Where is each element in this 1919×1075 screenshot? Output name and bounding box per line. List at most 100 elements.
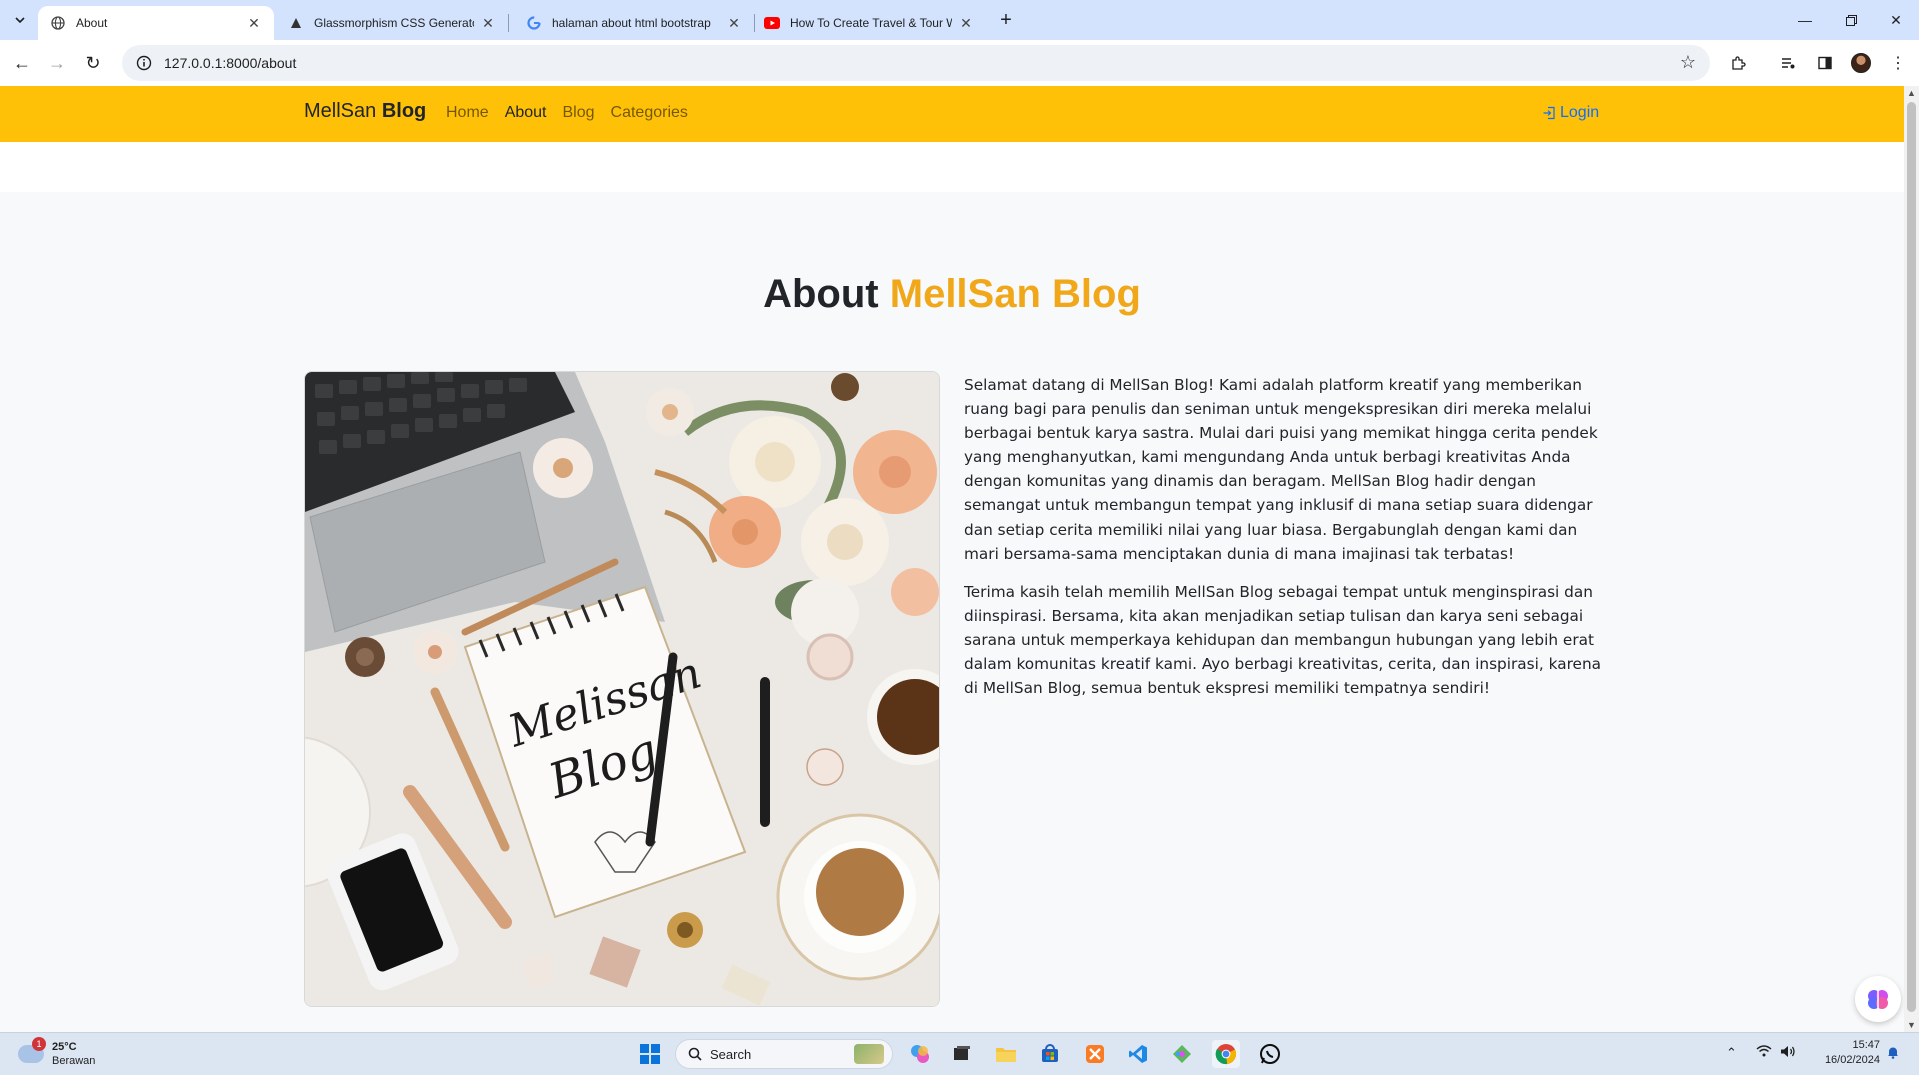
windows-logo-icon [640,1044,660,1064]
tab-title: Glassmorphism CSS Generator [314,16,474,30]
file-explorer-app[interactable] [992,1040,1020,1068]
tab-google-search[interactable]: halaman about html bootstrap ✕ [514,6,754,40]
side-panel-icon[interactable] [1811,49,1839,77]
profile-avatar[interactable] [1847,49,1875,77]
close-icon[interactable]: ✕ [958,15,974,31]
close-icon: ✕ [1890,11,1902,28]
globe-icon [50,15,66,31]
task-view-icon [954,1046,970,1060]
nav-link-categories[interactable]: Categories [611,104,688,122]
nav-link-home[interactable]: Home [446,104,489,122]
header-spacer [0,142,1904,192]
weather-widget[interactable]: 1 25°C Berawan [18,1037,96,1068]
scroll-up-icon[interactable]: ▲ [1907,88,1916,98]
system-clock[interactable]: 15:47 16/02/2024 [1808,1038,1880,1068]
about-description: Selamat datang di MellSan Blog! Kami ada… [964,373,1604,714]
scrollbar-thumb[interactable] [1907,102,1916,1012]
tab-about[interactable]: About ✕ [38,6,274,40]
vscode-app[interactable] [1124,1040,1152,1068]
tab-divider [508,14,509,32]
weather-description: Berawan [52,1055,96,1067]
folder-icon [996,1048,1016,1062]
forward-button[interactable]: → [43,49,71,77]
cloud-icon: 1 [18,1037,46,1063]
tab-glassmorphism[interactable]: Glassmorphism CSS Generator ✕ [276,6,508,40]
brain-icon [1868,990,1888,1009]
site-brand[interactable]: MellSan Blog [304,100,426,123]
start-button[interactable] [636,1040,664,1068]
close-window-button[interactable]: ✕ [1873,0,1919,40]
tab-youtube[interactable]: How To Create Travel & Tour W ✕ [752,6,986,40]
glassmorphism-icon [288,15,304,31]
browser-tab-strip: About ✕ Glassmorphism CSS Generator ✕ ha… [0,0,1919,40]
store-icon [1042,1044,1058,1062]
arrow-right-icon: → [48,52,66,73]
about-hero-image: Melissan Blog [304,371,940,1007]
chrome-app[interactable] [1212,1040,1240,1068]
wifi-icon[interactable] [1756,1045,1772,1060]
reload-button[interactable]: ↻ [79,49,107,77]
floating-assistant-button[interactable] [1855,976,1901,1022]
back-button[interactable]: ← [8,49,36,77]
page-scrollbar[interactable]: ▲ ▼ [1904,86,1919,1032]
scroll-down-icon[interactable]: ▼ [1907,1020,1916,1030]
restore-button[interactable] [1828,0,1874,40]
plus-icon: + [1000,8,1012,31]
tab-title: How To Create Travel & Tour W [790,16,952,30]
about-paragraph-2: Terima kasih telah memilih MellSan Blog … [964,582,1602,698]
close-icon[interactable]: ✕ [726,15,742,31]
taskbar-search[interactable]: Search [675,1039,893,1069]
menu-button[interactable]: ⋮ [1884,49,1912,77]
login-label: Login [1560,104,1600,121]
git-tool-icon [1173,1045,1191,1063]
clock-date: 16/02/2024 [1824,1054,1880,1066]
xampp-app[interactable] [1081,1040,1109,1068]
tab-search-button[interactable] [8,8,32,32]
chrome-icon [1215,1044,1237,1065]
site-navbar: MellSan Blog Home About Blog Categories … [0,86,1904,142]
arrow-left-icon: ← [13,52,31,73]
task-view-app[interactable] [948,1040,976,1068]
reload-icon: ↻ [85,52,101,73]
close-icon[interactable]: ✕ [246,15,262,31]
show-hidden-icons-button[interactable]: ⌃ [1726,1045,1737,1061]
search-placeholder: Search [710,1046,752,1062]
nav-link-blog[interactable]: Blog [563,104,595,122]
copilot-app[interactable] [906,1040,934,1068]
xampp-icon [1086,1045,1104,1063]
google-icon [526,15,542,31]
title-accent: MellSan Blog [889,272,1141,316]
minimize-icon: — [1798,12,1812,28]
url-text: 127.0.0.1:8000/about [164,55,297,71]
notifications-bell-icon[interactable] [1886,1045,1900,1062]
login-link[interactable]: Login [1542,104,1599,122]
microsoft-store-app[interactable] [1036,1040,1064,1068]
media-controls-icon[interactable] [1774,49,1802,77]
whatsapp-app[interactable] [1256,1040,1284,1068]
bookmark-star-icon[interactable]: ☆ [1680,52,1696,73]
chevron-up-icon: ⌃ [1726,1045,1737,1060]
page-viewport: MellSan Blog Home About Blog Categories … [0,86,1904,1032]
about-paragraph-1: Selamat datang di MellSan Blog! Kami ada… [964,376,1598,563]
page-title: About MellSan Blog [0,272,1904,317]
clock-time: 15:47 [1852,1039,1880,1051]
extensions-icon[interactable] [1724,49,1752,77]
new-tab-button[interactable]: + [994,8,1018,32]
windows-taskbar: 1 25°C Berawan Search ⌃ 15:47 16/02/2024 [0,1032,1919,1075]
tab-title: About [76,16,108,30]
login-icon [1543,106,1555,120]
address-bar[interactable]: 127.0.0.1:8000/about ☆ [122,45,1710,81]
gitkraken-app[interactable] [1168,1040,1196,1068]
nav-links: Home About Blog Categories [446,104,688,122]
minimize-button[interactable]: — [1782,0,1828,40]
volume-icon[interactable] [1780,1045,1796,1061]
title-prefix: About [763,272,879,316]
brand-light: MellSan [304,100,377,122]
close-icon[interactable]: ✕ [480,15,496,31]
nav-link-about[interactable]: About [505,104,547,122]
youtube-icon [764,15,780,31]
desk-flatlay-illustration: Melissan Blog [305,372,939,1006]
copilot-icon [911,1045,929,1063]
chevron-down-icon [15,17,25,24]
site-info-icon[interactable] [130,55,158,71]
